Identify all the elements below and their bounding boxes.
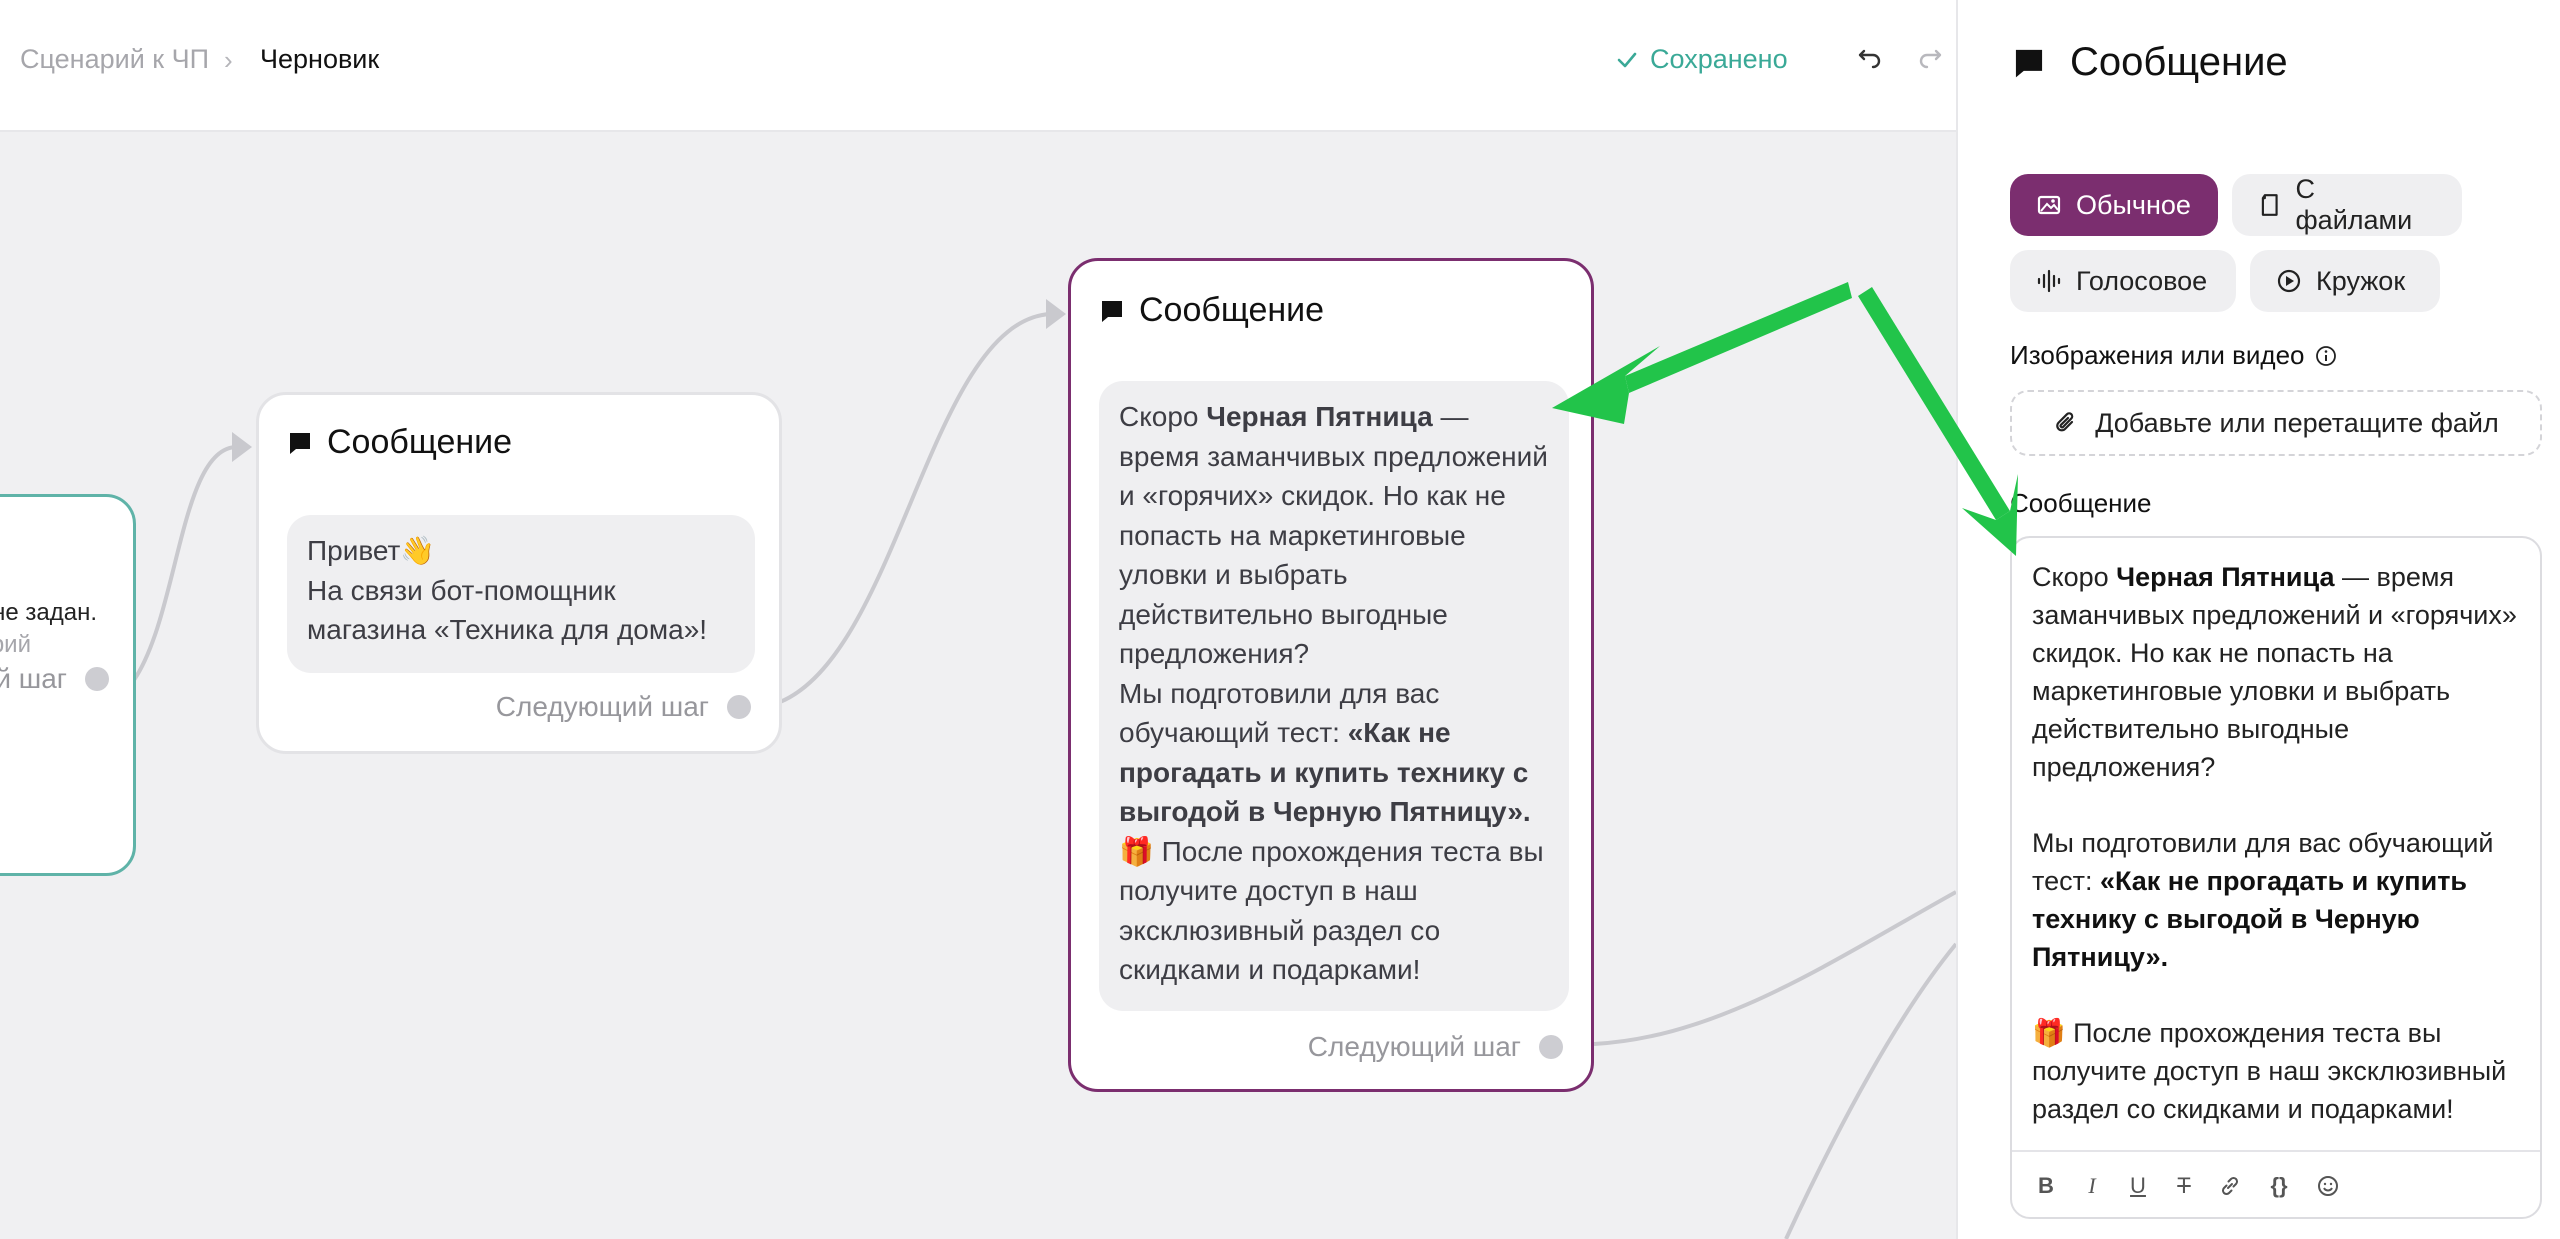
panel-header: Сообщение bbox=[2012, 40, 2288, 85]
next-step: Следующий шаг bbox=[496, 691, 751, 723]
wire-node1-to-node2 bbox=[779, 312, 1051, 704]
next-step-label: Следующий шаг bbox=[495, 691, 709, 722]
arrowhead-node2 bbox=[1046, 299, 1066, 329]
wire-trigger-to-node1 bbox=[132, 444, 241, 682]
type-regular-button[interactable]: Обычное bbox=[2010, 174, 2218, 236]
trigger-next-label: й шаг bbox=[0, 663, 67, 694]
message-editor[interactable]: Скоро Черная Пятница — время заманчивых … bbox=[2010, 536, 2542, 1219]
node-header: Сообщение bbox=[1099, 291, 1324, 330]
bubble-paragraph-2: Мы подготовили для вас обучающий тест: «… bbox=[1119, 677, 1531, 828]
message-icon bbox=[2015, 49, 2043, 77]
arrowhead-node1 bbox=[232, 432, 252, 462]
type-voice-button[interactable]: Голосовое bbox=[2010, 250, 2236, 312]
trigger-line2: нарий bbox=[0, 631, 31, 658]
top-bar: Сценарий к ЧП › Черновик Сохранено bbox=[0, 0, 1956, 132]
type-files-button[interactable]: С файлами bbox=[2232, 174, 2462, 236]
editor-paragraph-2: Мы подготовили для вас обучающий тест: «… bbox=[2032, 828, 2494, 972]
breadcrumb-separator-icon: › bbox=[224, 45, 233, 75]
strikethrough-icon[interactable]: T bbox=[2172, 1173, 2196, 1199]
output-port[interactable] bbox=[1539, 1035, 1563, 1059]
message-label: Сообщение bbox=[2010, 488, 2152, 518]
bubble-paragraph-1: Скоро Черная Пятница — время заманчивых … bbox=[1119, 401, 1548, 669]
greeting-text: На связи бот-помощник магазина «Техника … bbox=[307, 574, 708, 646]
emoji-icon[interactable] bbox=[2316, 1174, 2340, 1198]
image-icon bbox=[2037, 195, 2061, 215]
next-step-label: Следующий шаг bbox=[1307, 1031, 1521, 1062]
wire-out-2 bbox=[1784, 942, 1956, 1239]
redo-icon[interactable] bbox=[1915, 44, 1945, 74]
code-icon[interactable]: {} bbox=[2264, 1173, 2294, 1199]
flow-canvas[interactable]: не задан. нарий й шаг Сообщение Привет👋 … bbox=[0, 132, 1956, 1239]
media-label: Изображения или видео bbox=[2010, 340, 2337, 371]
check-icon bbox=[1617, 52, 1637, 67]
properties-panel: Сообщение Обычное С файлами Голосовое Кр… bbox=[1956, 0, 2560, 1239]
output-port[interactable] bbox=[85, 667, 109, 691]
panel-title: Сообщение bbox=[2070, 40, 2288, 84]
info-icon[interactable] bbox=[2315, 345, 2337, 367]
message-icon bbox=[1102, 300, 1122, 322]
trigger-node[interactable]: не задан. нарий й шаг bbox=[0, 494, 136, 876]
greeting-line: Привет👋 bbox=[307, 535, 436, 566]
message-bubble: Привет👋 На связи бот-помощник магазина «… bbox=[287, 515, 755, 673]
file-icon bbox=[2261, 194, 2278, 216]
breadcrumb-parent[interactable]: Сценарий к ЧП bbox=[20, 44, 209, 75]
message-node-black-friday[interactable]: Сообщение Скоро Черная Пятница — время з… bbox=[1068, 258, 1594, 1092]
breadcrumb-current: Черновик bbox=[260, 44, 380, 74]
bubble-paragraph-3: 🎁 После прохождения теста вы получите до… bbox=[1119, 835, 1544, 986]
message-node-greeting[interactable]: Сообщение Привет👋 На связи бот-помощник … bbox=[256, 392, 782, 754]
editor-paragraph-3: 🎁 После прохождения теста вы получите до… bbox=[2032, 1018, 2507, 1124]
output-port[interactable] bbox=[727, 695, 751, 719]
node-title: Сообщение bbox=[1139, 291, 1325, 329]
saved-status: Сохранено bbox=[1616, 44, 1788, 75]
node-title: Сообщение bbox=[327, 423, 513, 461]
file-dropzone[interactable]: Добавьте или перетащите файл bbox=[2010, 390, 2542, 456]
paperclip-icon bbox=[2056, 412, 2074, 432]
node-header: Сообщение bbox=[287, 423, 512, 462]
undo-icon[interactable] bbox=[1855, 44, 1885, 74]
message-textarea[interactable]: Скоро Черная Пятница — время заманчивых … bbox=[2032, 558, 2532, 1128]
trigger-line1: не задан. bbox=[0, 599, 97, 626]
next-step: Следующий шаг bbox=[1308, 1031, 1563, 1063]
waveform-icon bbox=[2037, 269, 2061, 293]
type-video-note-button[interactable]: Кружок bbox=[2250, 250, 2440, 312]
play-circle-icon bbox=[2277, 269, 2301, 293]
bold-icon[interactable]: B bbox=[2034, 1173, 2058, 1199]
editor-paragraph-1: Скоро Черная Пятница — время заманчивых … bbox=[2032, 562, 2517, 782]
message-icon bbox=[290, 432, 310, 454]
message-bubble: Скоро Черная Пятница — время заманчивых … bbox=[1099, 381, 1569, 1011]
link-icon[interactable] bbox=[2218, 1174, 2242, 1198]
underline-icon[interactable]: U bbox=[2126, 1173, 2150, 1199]
saved-label: Сохранено bbox=[1650, 44, 1788, 74]
trigger-next-step: й шаг bbox=[0, 663, 109, 695]
italic-icon[interactable]: I bbox=[2080, 1173, 2104, 1199]
format-toolbar: B I U T {} bbox=[2012, 1150, 2540, 1219]
